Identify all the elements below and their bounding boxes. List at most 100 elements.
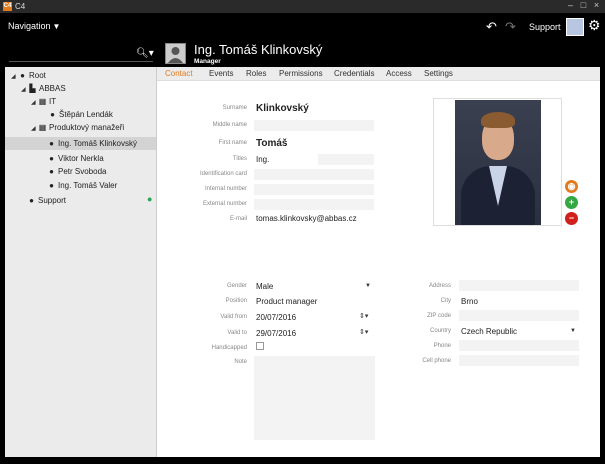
address-label: Address (428, 283, 451, 289)
tree-node-user[interactable]: ● Petr Svoboda (47, 165, 106, 178)
tab-roles[interactable]: Roles (246, 69, 266, 78)
tab-settings[interactable]: Settings (424, 69, 453, 78)
add-photo-icon[interactable]: + (565, 196, 578, 209)
gear-icon[interactable]: ⚙ (588, 17, 601, 34)
expand-triangle-icon[interactable]: ◢ (31, 123, 38, 136)
zip-field[interactable] (459, 310, 579, 321)
country-value: Czech Republic (461, 327, 518, 336)
window-controls: – □ × (566, 1, 601, 10)
phone-label: Phone (433, 343, 451, 349)
titles-after-field[interactable] (318, 154, 374, 165)
tab-permissions[interactable]: Permissions (279, 69, 323, 78)
cell-phone-field[interactable] (459, 355, 579, 366)
titles-label: Titles (232, 156, 247, 162)
online-user-icon: ● (147, 194, 153, 204)
search-icon[interactable]: 🔍︎▾ (136, 48, 154, 59)
tree-node-label: Petr Svoboda (58, 167, 107, 176)
tree-node-user[interactable]: ● Ing. Tomáš Valer (47, 179, 117, 192)
tab-bar: Contact Events Roles Permissions Credent… (157, 67, 600, 81)
internal-number-field[interactable] (254, 184, 374, 195)
valid-from-stepper-icon[interactable]: ⇕▾ (359, 312, 368, 320)
middle-name-field[interactable] (254, 120, 374, 131)
tree-node-abbas[interactable]: ◢ ▙ ABBAS (21, 82, 66, 95)
expand-triangle-icon[interactable]: ◢ (21, 84, 28, 97)
email-field[interactable]: tomas.klinkovsky@abbas.cz (256, 213, 376, 224)
person-role: Manager (194, 58, 221, 65)
close-icon[interactable]: × (592, 1, 601, 10)
valid-to-field[interactable]: 29/07/2016 (256, 328, 356, 339)
tree-node-user[interactable]: ● Štěpán Lendák (48, 108, 113, 121)
remove-photo-icon[interactable]: − (565, 212, 578, 225)
globe-icon: ● (20, 71, 25, 80)
grid-icon: ▦ (38, 123, 47, 132)
user-icon: ● (29, 196, 34, 205)
tree-node-root[interactable]: ◢ ● Root (11, 69, 46, 82)
id-card-label: Identification card (199, 171, 247, 177)
tree-node-user-selected[interactable]: ● Ing. Tomáš Klinkovský (5, 137, 156, 150)
tree-node-label: IT (49, 97, 57, 106)
tab-access[interactable]: Access (386, 69, 412, 78)
tree-node-label: Ing. Tomáš Valer (58, 181, 118, 190)
maximize-icon[interactable]: □ (579, 1, 588, 10)
chevron-down-icon: ▼ (52, 22, 61, 31)
tree-search[interactable]: 🔍︎▾ (5, 40, 157, 67)
note-textarea[interactable] (254, 356, 375, 440)
city-field[interactable]: Brno (461, 296, 579, 307)
status-bar (0, 457, 605, 464)
redo-icon[interactable]: ↷ (505, 19, 516, 35)
email-label: E-mail (229, 216, 247, 222)
photo-hair (481, 112, 515, 128)
country-select[interactable]: Czech Republic ▼ (461, 326, 579, 337)
valid-from-field[interactable]: 20/07/2016 (256, 312, 356, 323)
handicapped-checkbox[interactable] (256, 342, 264, 350)
phone-field[interactable] (459, 340, 579, 351)
id-card-field[interactable] (254, 169, 374, 180)
external-number-label: External number (202, 201, 247, 207)
tab-credentials[interactable]: Credentials (334, 69, 374, 78)
expand-triangle-icon[interactable]: ◢ (11, 71, 18, 84)
camera-icon[interactable]: ◉ (565, 180, 578, 193)
middle-name-label: Middle name (212, 122, 247, 128)
handicapped-label: Handicapped (211, 345, 247, 351)
valid-to-stepper-icon[interactable]: ⇕▾ (359, 328, 368, 336)
grid-icon: ▦ (38, 97, 47, 106)
gender-select[interactable]: Male ▼ (256, 281, 374, 292)
tree-node-label: Support (38, 196, 67, 205)
tree-node-user[interactable]: ● Viktor Nerkla (47, 152, 104, 165)
tree-node-label: Root (29, 71, 46, 80)
tab-events[interactable]: Events (209, 69, 233, 78)
user-avatar[interactable] (566, 18, 584, 36)
user-icon: ● (50, 110, 55, 119)
support-link[interactable]: Support (529, 22, 561, 32)
tab-contact[interactable]: Contact (165, 69, 193, 78)
surname-label: Surname (222, 105, 247, 111)
expand-triangle-icon[interactable]: ◢ (31, 97, 38, 110)
surname-field[interactable]: Klinkovský (256, 103, 374, 114)
internal-number-label: Internal number (204, 186, 247, 192)
gender-value: Male (256, 282, 274, 291)
undo-icon[interactable]: ↶ (486, 19, 497, 35)
position-field[interactable]: Product manager (256, 296, 374, 307)
first-name-label: First name (218, 140, 247, 146)
titles-before-field[interactable]: Ing. (256, 154, 314, 165)
first-name-field[interactable]: Tomáš (256, 138, 374, 149)
search-underline (9, 61, 153, 62)
org-tree: ◢ ● Root ◢ ▙ ABBAS ◢ ▦ IT ● Štěpán Lendák ◢ ▦ Pro… (5, 67, 157, 457)
person-name: Ing. Tomáš Klinkovský (194, 42, 323, 57)
person-header: Ing. Tomáš Klinkovský Manager (157, 40, 600, 67)
tree-node-label: ABBAS (39, 84, 66, 93)
minimize-icon[interactable]: – (566, 1, 575, 10)
top-toolbar: Navigation ▼ ↶ ↷ Support ⚙ (5, 14, 601, 40)
cell-phone-label: Cell phone (422, 358, 451, 364)
tree-node-support[interactable]: ● Support (27, 194, 66, 207)
tree-node-it[interactable]: ◢ ▦ IT (31, 95, 56, 108)
navigation-dropdown[interactable]: Navigation ▼ (8, 21, 60, 31)
window-titlebar: C4 C4 – □ × (0, 0, 605, 13)
external-number-field[interactable] (254, 199, 374, 210)
photo-frame (433, 98, 562, 226)
detail-panel: Contact Events Roles Permissions Credent… (157, 67, 600, 457)
tree-node-product-managers[interactable]: ◢ ▦ Produktový manažeři (31, 121, 124, 134)
user-icon: ● (49, 139, 54, 148)
address-field[interactable] (459, 280, 579, 291)
person-photo (455, 100, 541, 225)
